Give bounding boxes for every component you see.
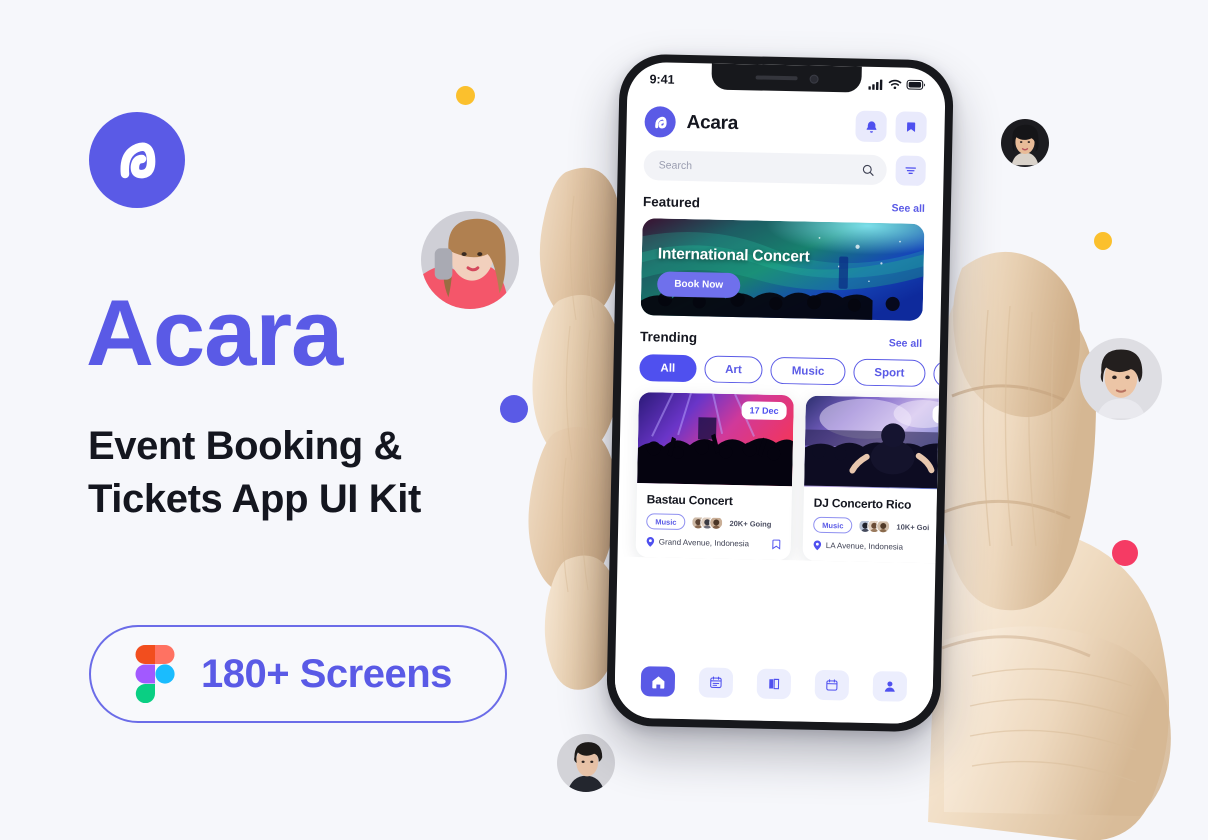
event-card[interactable]: 17 Dec Bastau Concert Music 20K+ Going G… xyxy=(635,392,794,561)
featured-title: Featured xyxy=(642,194,701,211)
category-chip-music[interactable]: Music xyxy=(770,356,846,386)
event-location: Grand Avenue, Indonesia xyxy=(646,536,781,550)
notification-button[interactable] xyxy=(855,110,887,143)
category-chip-sport[interactable]: Sport xyxy=(853,358,926,388)
screens-count-button[interactable]: 180+ Screens xyxy=(89,625,507,723)
attendee-avatar xyxy=(876,519,891,534)
trending-see-all[interactable]: See all xyxy=(889,337,923,350)
attendee-avatars xyxy=(691,515,724,530)
yellow-dot-top xyxy=(456,86,475,105)
trending-title: Trending xyxy=(639,329,698,346)
screens-count-label: 180+ Screens xyxy=(201,651,452,696)
yellow-dot-right xyxy=(1094,232,1112,250)
bookmark-button[interactable] xyxy=(895,111,927,144)
search-placeholder: Search xyxy=(658,159,693,173)
event-details: DJ Concerto Rico Music 10K+ Goi LA Avenu… xyxy=(802,487,939,564)
page-title: Event Booking & Tickets App UI Kit xyxy=(88,420,518,526)
event-card-list: 17 Dec Bastau Concert Music 20K+ Going G… xyxy=(618,381,940,564)
event-meta: Music xyxy=(813,516,939,536)
featured-section-header: Featured See all xyxy=(625,180,944,216)
event-tag: Music xyxy=(813,516,853,534)
nav-profile[interactable] xyxy=(872,671,908,702)
home-icon xyxy=(651,675,664,689)
book-now-button[interactable]: Book Now xyxy=(656,271,741,299)
nav-explore[interactable] xyxy=(756,668,792,700)
attendee-avatar xyxy=(709,515,724,530)
event-tag: Music xyxy=(646,513,686,531)
nav-calendar[interactable] xyxy=(814,669,850,701)
event-location-text: LA Avenue, Indonesia xyxy=(825,540,904,552)
app-title: Acara xyxy=(686,111,739,134)
concert-banner-image xyxy=(640,218,925,321)
avatar-man-bottom xyxy=(557,734,615,792)
map-pin-icon xyxy=(646,537,655,547)
person-icon xyxy=(884,681,895,692)
promo-banner: Acara Event Booking & Tickets App UI Kit… xyxy=(0,0,1208,840)
bookmark-icon xyxy=(906,122,916,132)
calendar-icon xyxy=(826,679,838,691)
filter-button[interactable] xyxy=(895,155,926,186)
search-input[interactable]: Search xyxy=(643,150,888,186)
phone-screen: 9:41 Acara Search Featured See all Inter… xyxy=(614,61,946,725)
headline-line-2: Tickets App UI Kit xyxy=(88,476,421,521)
battery-full-icon xyxy=(906,79,926,90)
category-chip-art[interactable]: Art xyxy=(703,355,764,384)
attendee-avatars xyxy=(858,518,891,534)
bookmark-outline-icon[interactable] xyxy=(772,539,781,550)
figma-logo-icon xyxy=(135,645,175,703)
event-image: 17 Dec xyxy=(637,392,794,487)
acara-a-logo-icon xyxy=(644,106,676,138)
brand-wordmark: Acara xyxy=(86,280,343,385)
event-title: DJ Concerto Rico xyxy=(813,495,912,512)
event-date-badge: 1 xyxy=(932,405,940,424)
ticket-icon xyxy=(710,676,722,689)
nav-home[interactable] xyxy=(640,666,676,697)
category-chip-next[interactable]: C xyxy=(933,360,940,388)
status-time: 9:41 xyxy=(649,72,675,87)
search-row: Search xyxy=(625,137,944,187)
pink-dot xyxy=(1112,540,1138,566)
avatar-woman-left xyxy=(421,211,519,309)
phone-frame: 9:41 Acara Search Featured See all Inter… xyxy=(606,53,954,733)
dj-crowd-image xyxy=(804,395,940,490)
search-icon xyxy=(862,164,874,176)
bottom-navigation xyxy=(614,653,934,725)
nav-tickets[interactable] xyxy=(698,667,734,699)
event-title: Bastau Concert xyxy=(646,492,733,509)
book-icon xyxy=(769,678,780,690)
category-chip-row[interactable]: All Art Music Sport C xyxy=(621,344,940,388)
bell-icon xyxy=(866,120,876,133)
event-meta: Music xyxy=(646,513,781,532)
attendee-count: 10K+ Goi xyxy=(896,521,930,532)
headline-line-1: Event Booking & xyxy=(88,424,403,468)
featured-see-all[interactable]: See all xyxy=(891,202,925,215)
app-header: Acara xyxy=(626,92,945,144)
event-location: LA Avenue, Indonesia xyxy=(813,540,939,554)
avatar-woman-top-right xyxy=(1001,119,1049,167)
status-indicators xyxy=(868,78,926,90)
map-pin-icon xyxy=(813,540,822,551)
event-card[interactable]: 1 DJ Concerto Rico Music xyxy=(802,395,940,564)
cellular-signal-icon xyxy=(868,79,883,90)
attendee-count: 20K+ Going xyxy=(729,518,772,529)
event-image: 1 xyxy=(804,395,940,490)
event-location-text: Grand Avenue, Indonesia xyxy=(658,537,750,549)
event-date-badge: 17 Dec xyxy=(741,401,787,421)
acara-a-logo-icon xyxy=(89,112,185,208)
avatar-man-right xyxy=(1080,338,1162,420)
header-actions xyxy=(855,110,927,144)
phone-mockup: 9:41 Acara Search Featured See all Inter… xyxy=(606,53,954,733)
filter-icon xyxy=(905,167,916,175)
event-details: Bastau Concert Music 20K+ Going Grand Av… xyxy=(636,483,793,560)
wifi-icon xyxy=(888,79,902,90)
indigo-dot xyxy=(500,395,528,423)
featured-banner[interactable]: International Concert Book Now xyxy=(640,218,925,321)
category-chip-all[interactable]: All xyxy=(639,354,697,383)
featured-banner-title: International Concert xyxy=(657,245,810,266)
